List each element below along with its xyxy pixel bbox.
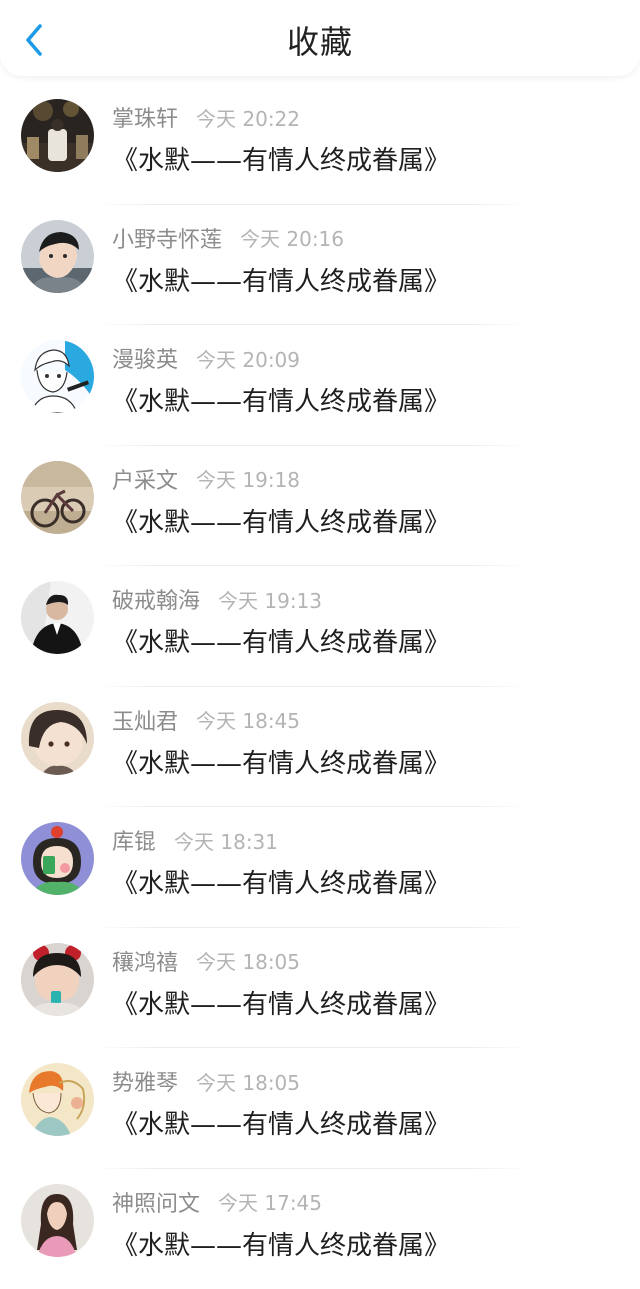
user-name[interactable]: 破戒翰海	[112, 583, 200, 615]
list-item[interactable]: 势雅琴 今天 18:05 《水默——有情人终成眷属》	[0, 1048, 640, 1169]
favorites-list: 掌珠轩 今天 20:22 《水默——有情人终成眷属》 小野寺怀莲 今天 20:1…	[0, 84, 640, 1289]
avatar[interactable]	[21, 1063, 94, 1136]
user-name[interactable]: 势雅琴	[112, 1065, 178, 1097]
user-name[interactable]: 神照问文	[112, 1186, 200, 1218]
avatar[interactable]	[21, 702, 94, 775]
list-item[interactable]: 玉灿君 今天 18:45 《水默——有情人终成眷属》	[0, 687, 640, 808]
song-title[interactable]: 《水默——有情人终成眷属》	[112, 622, 450, 659]
avatar[interactable]	[21, 220, 94, 293]
user-name[interactable]: 掌珠轩	[112, 101, 178, 133]
timestamp: 今天 17:45	[218, 1187, 322, 1216]
timestamp: 今天 20:09	[196, 344, 300, 373]
avatar[interactable]	[21, 1184, 94, 1257]
avatar[interactable]	[21, 943, 94, 1016]
user-name[interactable]: 穰鸿禧	[112, 945, 178, 977]
timestamp: 今天 18:05	[196, 946, 300, 975]
song-title[interactable]: 《水默——有情人终成眷属》	[112, 863, 450, 900]
list-item[interactable]: 漫骏英 今天 20:09 《水默——有情人终成眷属》	[0, 325, 640, 446]
user-name[interactable]: 漫骏英	[112, 342, 178, 374]
song-title[interactable]: 《水默——有情人终成眷属》	[112, 743, 450, 780]
song-title[interactable]: 《水默——有情人终成眷属》	[112, 1225, 450, 1262]
list-item[interactable]: 神照问文 今天 17:45 《水默——有情人终成眷属》	[0, 1169, 640, 1289]
list-item[interactable]: 穰鸿禧 今天 18:05 《水默——有情人终成眷属》	[0, 928, 640, 1049]
timestamp: 今天 20:22	[196, 103, 300, 132]
avatar[interactable]	[21, 461, 94, 534]
list-item[interactable]: 库锟 今天 18:31 《水默——有情人终成眷属》	[0, 807, 640, 928]
page-title: 收藏	[0, 0, 640, 84]
timestamp: 今天 18:05	[196, 1067, 300, 1096]
timestamp: 今天 18:45	[196, 705, 300, 734]
avatar[interactable]	[21, 99, 94, 172]
song-title[interactable]: 《水默——有情人终成眷属》	[112, 984, 450, 1021]
user-name[interactable]: 玉灿君	[112, 704, 178, 736]
song-title[interactable]: 《水默——有情人终成眷属》	[112, 140, 450, 177]
timestamp: 今天 20:16	[240, 223, 344, 252]
avatar[interactable]	[21, 822, 94, 895]
song-title[interactable]: 《水默——有情人终成眷属》	[112, 381, 450, 418]
avatar[interactable]	[21, 581, 94, 654]
list-item[interactable]: 小野寺怀莲 今天 20:16 《水默——有情人终成眷属》	[0, 205, 640, 326]
song-title[interactable]: 《水默——有情人终成眷属》	[112, 1104, 450, 1141]
avatar[interactable]	[21, 340, 94, 413]
user-name[interactable]: 库锟	[112, 824, 156, 856]
user-name[interactable]: 户采文	[112, 463, 178, 495]
song-title[interactable]: 《水默——有情人终成眷属》	[112, 261, 450, 298]
timestamp: 今天 18:31	[174, 826, 278, 855]
timestamp: 今天 19:18	[196, 464, 300, 493]
song-title[interactable]: 《水默——有情人终成眷属》	[112, 502, 450, 539]
list-item[interactable]: 掌珠轩 今天 20:22 《水默——有情人终成眷属》	[0, 84, 640, 205]
user-name[interactable]: 小野寺怀莲	[112, 222, 222, 254]
list-item[interactable]: 破戒翰海 今天 19:13 《水默——有情人终成眷属》	[0, 566, 640, 687]
timestamp: 今天 19:13	[218, 585, 322, 614]
top-bar: 收藏	[0, 0, 640, 76]
list-item[interactable]: 户采文 今天 19:18 《水默——有情人终成眷属》	[0, 446, 640, 567]
